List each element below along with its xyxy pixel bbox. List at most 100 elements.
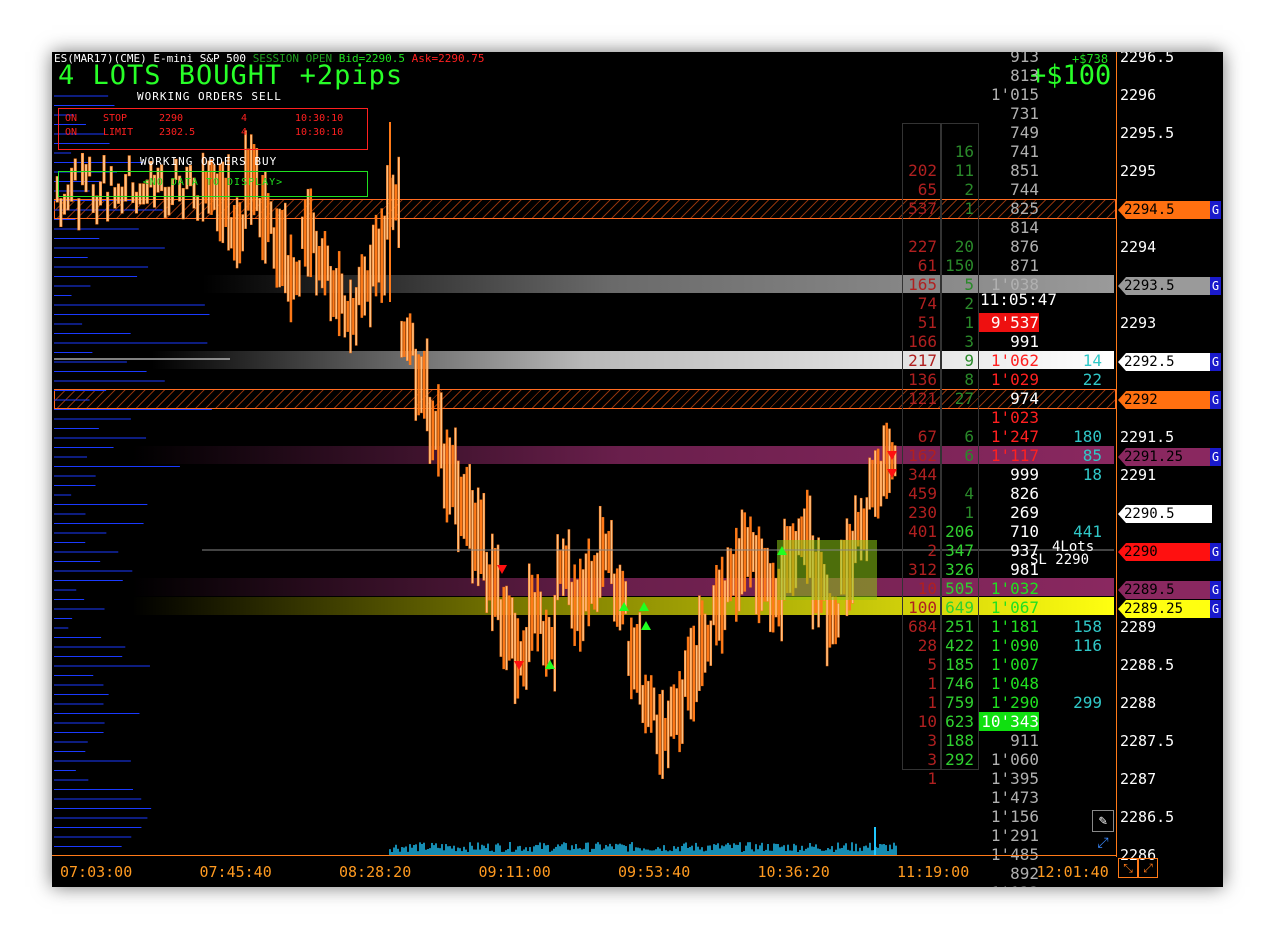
price-axis-label: 2293: [1120, 314, 1157, 332]
ladder-depth-value: 1'156: [990, 807, 1039, 826]
ladder-buy-volume: 649: [945, 598, 974, 617]
ladder-buy-volume: 746: [945, 674, 974, 693]
ladder-depth-value: 826: [1010, 484, 1039, 503]
ladder-depth-value: 814: [1010, 218, 1039, 237]
price-axis-label: 2288: [1120, 694, 1157, 712]
dom-ladder: 202 65 537 227 61 165 74 51 166 217 136 121 67 162 344…: [52, 52, 1223, 887]
ladder-sell-volume: 344: [908, 465, 937, 484]
position-stop-loss: SL 2290: [1030, 552, 1090, 568]
ladder-sell-volume: 165: [908, 275, 937, 294]
ladder-depth-value: 710: [1010, 522, 1039, 541]
price-axis-label: 2295: [1120, 162, 1157, 180]
ladder-ask-small: 180: [1073, 427, 1102, 446]
pencil-icon[interactable]: ✎: [1092, 810, 1114, 832]
ladder-buy-volume: 16: [954, 142, 974, 161]
time-axis-label: 08:28:20: [339, 863, 412, 881]
ladder-depth-value: 1'117: [990, 446, 1039, 465]
ladder-depth-value: 1'395: [990, 769, 1039, 788]
price-axis-label: 2291.5: [1120, 428, 1175, 446]
price-axis-label: 2288.5: [1120, 656, 1175, 674]
zoom-in-icon[interactable]: ⤢: [1138, 858, 1158, 878]
ladder-sell-volume: 136: [908, 370, 937, 389]
price-level-tag[interactable]: 2290.5: [1118, 505, 1212, 523]
ladder-buy-volume: 11: [954, 161, 974, 180]
ladder-depth-value: 1'029: [990, 370, 1039, 389]
ladder-buy-volume: 422: [945, 636, 974, 655]
ladder-ask-small: 22: [1082, 370, 1102, 389]
ladder-buy-volume: 8: [964, 370, 974, 389]
ladder-sell-volume: 28: [917, 636, 937, 655]
level-marker-g[interactable]: G: [1210, 543, 1221, 561]
ladder-sell-volume: 61: [917, 256, 937, 275]
ladder-buy-volume: 9: [964, 351, 974, 370]
ladder-buy-volume: 185: [945, 655, 974, 674]
price-level-tag[interactable]: 2292.5: [1118, 353, 1212, 371]
ladder-depth-value: 1'291: [990, 826, 1039, 845]
price-level-tag[interactable]: 2289.5: [1118, 581, 1212, 599]
price-level-tag[interactable]: 2290: [1118, 543, 1212, 561]
ladder-sell-volume: 1: [927, 693, 937, 712]
ladder-buy-volume: 251: [945, 617, 974, 636]
ladder-sell-volume: 1: [927, 674, 937, 693]
zoom-out-icon[interactable]: ⤡: [1118, 858, 1138, 878]
ladder-buy-volume: 2: [964, 180, 974, 199]
level-marker-g[interactable]: G: [1210, 391, 1221, 409]
ladder-depth-value: 974: [1010, 389, 1039, 408]
ladder-sell-volume: 65: [917, 180, 937, 199]
level-marker-g[interactable]: G: [1210, 277, 1221, 295]
ladder-sell-volume: 67: [917, 427, 937, 446]
ladder-buy-volume: 292: [945, 750, 974, 769]
ladder-buy-volume: 3: [964, 332, 974, 351]
level-marker-g[interactable]: G: [1210, 448, 1221, 466]
ladder-depth-value: 1'090: [990, 636, 1039, 655]
ladder-depth-value: 749: [1010, 123, 1039, 142]
time-axis-label: 09:53:40: [618, 863, 691, 881]
ladder-depth-value: 1'181: [990, 617, 1039, 636]
ladder-depth-value: 1'133: [979, 883, 1039, 887]
ladder-depth-value: 1'032: [990, 579, 1039, 598]
ladder-sell-volume: 684: [908, 617, 937, 636]
price-level-tag[interactable]: 2291.25: [1118, 448, 1212, 466]
ladder-depth-value: 911: [1010, 731, 1039, 750]
ladder-depth-value: 9'537: [979, 313, 1039, 332]
level-marker-g[interactable]: G: [1210, 581, 1221, 599]
ladder-sell-volume: 202: [908, 161, 937, 180]
ladder-depth-value: 1'067: [990, 598, 1039, 617]
ladder-sell-volume: 459: [908, 484, 937, 503]
price-level-tag[interactable]: 2292: [1118, 391, 1212, 409]
trading-chart-window: ES(MAR17)(CME) E-mini S&P 500 SESSION OP…: [52, 52, 1223, 887]
ladder-depth-value: 731: [1010, 104, 1039, 123]
time-axis-label: 12:01:40: [1036, 863, 1109, 881]
time-axis-label: 11:19:00: [897, 863, 970, 881]
level-marker-g[interactable]: G: [1210, 600, 1221, 618]
price-level-tag[interactable]: 2293.5: [1118, 277, 1212, 295]
ladder-depth-value: 1'023: [990, 408, 1039, 427]
level-marker-g[interactable]: G: [1210, 201, 1221, 219]
price-axis-label: 2287.5: [1120, 732, 1175, 750]
ladder-buy-volume: 1: [964, 199, 974, 218]
price-level-tag[interactable]: 2294.5: [1118, 201, 1212, 219]
ladder-depth-value: 1'015: [990, 85, 1039, 104]
time-axis-line: [52, 855, 1117, 856]
ladder-buy-volume: 6: [964, 427, 974, 446]
ladder-buy-volume: 188: [945, 731, 974, 750]
ladder-sell-volume: 227: [908, 237, 937, 256]
ladder-buy-volume: 6: [964, 446, 974, 465]
expand-icon[interactable]: ⤢: [1094, 834, 1112, 852]
ladder-buy-volume: 4: [964, 484, 974, 503]
ladder-depth-value: 892: [1010, 864, 1039, 883]
ladder-sell-volume: 10: [917, 579, 937, 598]
ladder-sell-volume: 74: [917, 294, 937, 313]
ladder-sell-volume: 217: [908, 351, 937, 370]
ladder-buy-volume: 623: [945, 712, 974, 731]
price-axis-label: 2296: [1120, 86, 1157, 104]
level-marker-g[interactable]: G: [1210, 353, 1221, 371]
ladder-depth-value: 813: [1010, 66, 1039, 85]
ladder-depth-value: 744: [1010, 180, 1039, 199]
clock: 11:05:47: [980, 290, 1058, 309]
price-level-tag[interactable]: 2289.25: [1118, 600, 1212, 618]
ladder-buy-volume: 150: [945, 256, 974, 275]
ladder-sell-volume: 401: [908, 522, 937, 541]
ladder-buy-volume: 20: [954, 237, 974, 256]
ladder-depth-value: 851: [1010, 161, 1039, 180]
